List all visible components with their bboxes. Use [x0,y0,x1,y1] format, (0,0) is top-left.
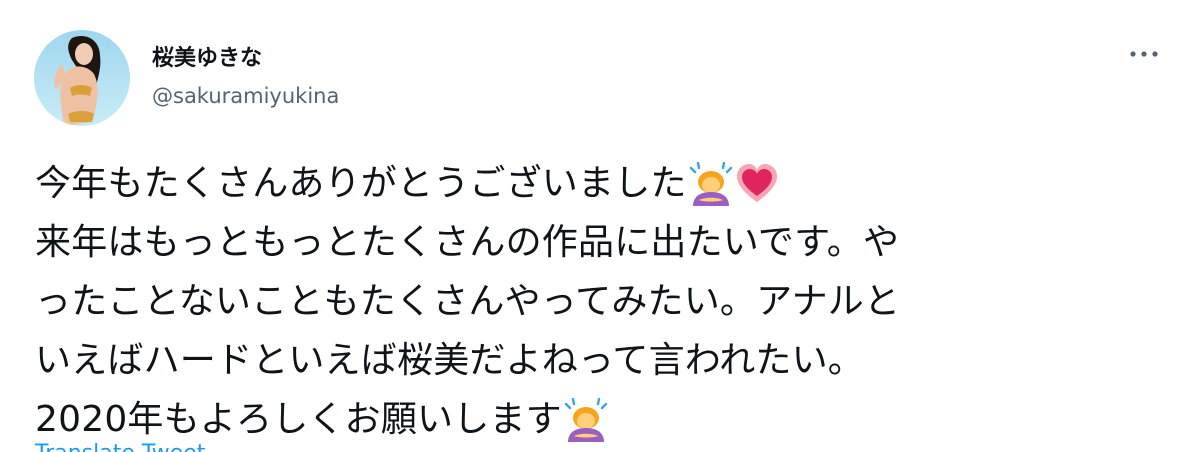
person-bowing-emoji [689,161,733,206]
tweet-line-text: ったことないこともたくさんやってみたい。アナルと [35,281,901,322]
tweet-line: 来年はもっともっとたくさんの作品に出たいです。や [35,213,1175,272]
author-names: 桜美ゆきな @sakuramiyukina [152,44,339,110]
heart-emoji [735,162,779,206]
tweet-card: 桜美ゆきな @sakuramiyukina 今年もたくさんありがとうございました [0,0,1200,452]
display-name[interactable]: 桜美ゆきな [152,44,339,74]
handle[interactable]: @sakuramiyukina [152,82,339,110]
translate-tweet-link[interactable]: Translate Tweet [35,440,205,452]
more-options-icon [1130,51,1158,57]
person-bowing-emoji [564,397,608,442]
tweet-text: 今年もたくさんありがとうございました 来年はもっともっとたくさんの作品に出たいで… [35,154,1175,449]
tweet-line: 2020年もよろしくお願いします [35,390,1175,449]
tweet-line: いえばハードといえば桜美だよねって言われたい。 [35,331,1175,390]
tweet-line: 今年もたくさんありがとうございました [35,154,1175,213]
more-options-button[interactable] [1126,40,1162,68]
tweet-line-text: いえばハードといえば桜美だよねって言われたい。 [35,340,865,381]
avatar[interactable] [34,30,130,126]
tweet-line-text: 今年もたくさんありがとうございました [35,163,687,204]
tweet-line: ったことないこともたくさんやってみたい。アナルと [35,272,1175,331]
tweet-header: 桜美ゆきな @sakuramiyukina [34,30,339,126]
tweet-line-text: 来年はもっともっとたくさんの作品に出たいです。や [35,222,900,263]
avatar-image [34,30,130,126]
